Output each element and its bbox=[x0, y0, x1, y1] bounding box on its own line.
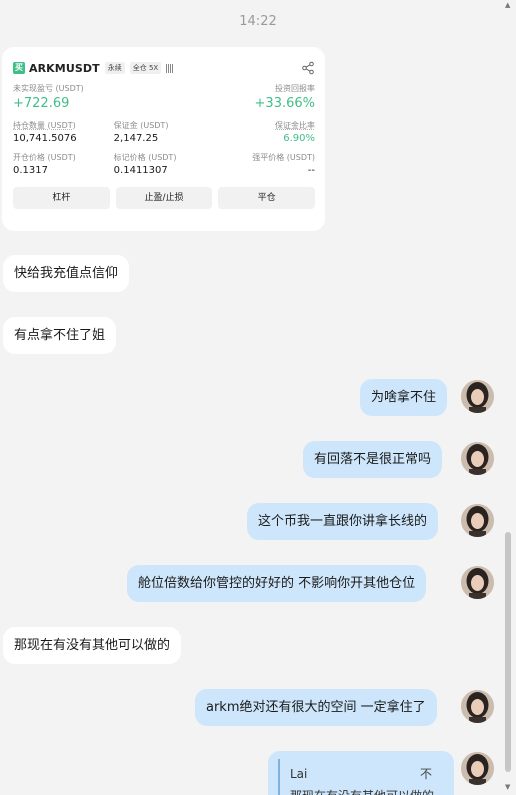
message-outgoing[interactable]: arkm绝对还有很大的空间 一定拿住了 bbox=[195, 689, 437, 726]
message-incoming[interactable]: 有点拿不住了姐 bbox=[3, 317, 117, 354]
avatar-photo bbox=[461, 442, 494, 475]
symbol: ARKMUSDT bbox=[29, 61, 100, 75]
position-card[interactable]: 买 ARKMUSDT 永续 全仓 5X 未实现盈亏 (USDT) +722.69… bbox=[2, 47, 325, 231]
unrealized-pnl-value: +722.69 bbox=[13, 96, 70, 111]
roi-value: +33.66% bbox=[254, 96, 315, 111]
message-incoming[interactable]: 那现在有没有其他可以做的 bbox=[3, 627, 182, 664]
position-actions: 杠杆 止盈/止损 平仓 bbox=[13, 187, 316, 209]
message-outgoing[interactable]: 为啥拿不住 bbox=[360, 379, 448, 416]
avatar-photo bbox=[461, 566, 494, 599]
contract-type-tag: 永续 bbox=[104, 62, 125, 74]
margin-ratio-label: 保证金比率 bbox=[275, 121, 316, 130]
quoted-reply-message[interactable]: Lai 不 那现在有没有其他可以做的 bbox=[268, 751, 454, 795]
quote-snippet: 那现在有没有其他可以做的 bbox=[290, 787, 434, 795]
liq-price-label: 强平价格 (USDT) bbox=[252, 153, 316, 162]
unrealized-pnl-label: 未实现盈亏 (USDT) bbox=[13, 84, 84, 93]
avatar[interactable] bbox=[461, 752, 494, 785]
margin-ratio-value: 6.90% bbox=[283, 133, 316, 144]
margin-label: 保证金 (USDT) bbox=[113, 121, 169, 130]
avatar-photo bbox=[461, 380, 494, 413]
margin-value: 2,147.25 bbox=[113, 133, 159, 144]
mark-price-label: 标记价格 (USDT) bbox=[113, 153, 177, 162]
avatar-photo bbox=[461, 504, 494, 537]
price-row: 开仓价格 (USDT) 0.1317 标记价格 (USDT) 0.1411307… bbox=[13, 152, 315, 176]
pin-icon[interactable]: 不 bbox=[420, 765, 432, 782]
mark-price-value: 0.1411307 bbox=[113, 165, 168, 176]
close-position-button[interactable]: 平仓 bbox=[218, 187, 316, 209]
avatar[interactable] bbox=[461, 690, 494, 723]
chat-timestamp: 14:22 bbox=[239, 14, 277, 29]
tp-sl-button[interactable]: 止盈/止损 bbox=[115, 187, 213, 209]
scroll-up-arrow-icon[interactable]: ▲ bbox=[505, 1, 510, 9]
position-row: 持仓数量 (USDT) 10,741.5076 保证金 (USDT) 2,147… bbox=[13, 120, 315, 144]
leverage-button[interactable]: 杠杆 bbox=[13, 187, 110, 209]
chart-bars-icon[interactable] bbox=[166, 63, 176, 73]
share-icon[interactable] bbox=[301, 61, 315, 75]
entry-price-label: 开仓价格 (USDT) bbox=[13, 153, 76, 162]
message-outgoing[interactable]: 有回落不是很正常吗 bbox=[303, 441, 443, 478]
roi-label: 投资回报率 bbox=[275, 84, 315, 93]
message-outgoing[interactable]: 这个币我一直跟你讲拿长线的 bbox=[247, 503, 439, 540]
quote-bar bbox=[278, 759, 280, 795]
scrollbar-thumb[interactable] bbox=[505, 532, 511, 772]
scroll-down-arrow-icon[interactable]: ▼ bbox=[505, 783, 510, 791]
avatar-photo bbox=[461, 752, 494, 785]
avatar[interactable] bbox=[461, 442, 494, 475]
position-qty-value: 10,741.5076 bbox=[13, 133, 77, 144]
margin-mode-tag: 全仓 5X bbox=[129, 62, 162, 74]
liq-price-value: -- bbox=[307, 165, 316, 176]
buy-icon: 买 bbox=[13, 62, 25, 74]
avatar[interactable] bbox=[461, 504, 494, 537]
message-incoming[interactable]: 快给我充值点信仰 bbox=[3, 255, 130, 292]
entry-price-value: 0.1317 bbox=[13, 165, 48, 176]
pnl-row: 未实现盈亏 (USDT) +722.69 投资回报率 +33.66% bbox=[13, 83, 315, 111]
avatar[interactable] bbox=[461, 566, 494, 599]
avatar[interactable] bbox=[461, 380, 494, 413]
message-outgoing[interactable]: 舱位倍数给你管控的好好的 不影响你开其他仓位 bbox=[127, 565, 427, 602]
avatar-photo bbox=[461, 690, 494, 723]
quote-sender-name: Lai bbox=[290, 767, 308, 781]
position-qty-label: 持仓数量 (USDT) bbox=[13, 121, 76, 130]
position-card-header: 买 ARKMUSDT 永续 全仓 5X bbox=[13, 60, 315, 76]
